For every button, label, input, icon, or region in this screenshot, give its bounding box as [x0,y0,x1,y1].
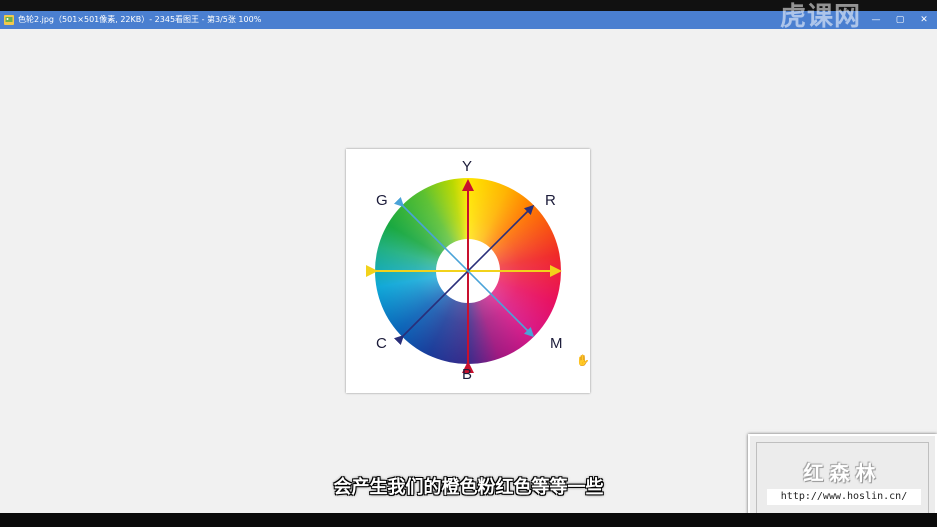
label-b: B [462,366,473,383]
label-m: M [550,335,563,352]
app-icon [4,15,14,25]
window-controls: — ▢ ✕ [869,11,931,29]
watermark-url: http://www.hoslin.cn/ [767,489,921,505]
label-g: G [376,192,388,209]
watermark-frame: 红森林 http://www.hoslin.cn/ [756,442,929,518]
label-c: C [376,335,387,352]
brand-watermark: 虎课网 [780,2,862,32]
hand-cursor-icon: ✋ [576,354,590,367]
displayed-image[interactable]: Y R M B C G ✋ [346,149,590,393]
window-title: 色轮2.jpg（501×501像素, 22KB）- 2345看图王 - 第3/5… [18,15,262,24]
minimize-button[interactable]: — [869,13,883,27]
restore-button[interactable]: ▢ [893,13,907,27]
label-r: R [545,192,556,209]
close-button[interactable]: ✕ [917,13,931,27]
watermark-name: 红森林 [803,461,882,485]
bottom-black-strip [0,513,937,527]
label-y: Y [462,158,473,175]
wheel-arrows [366,179,562,373]
